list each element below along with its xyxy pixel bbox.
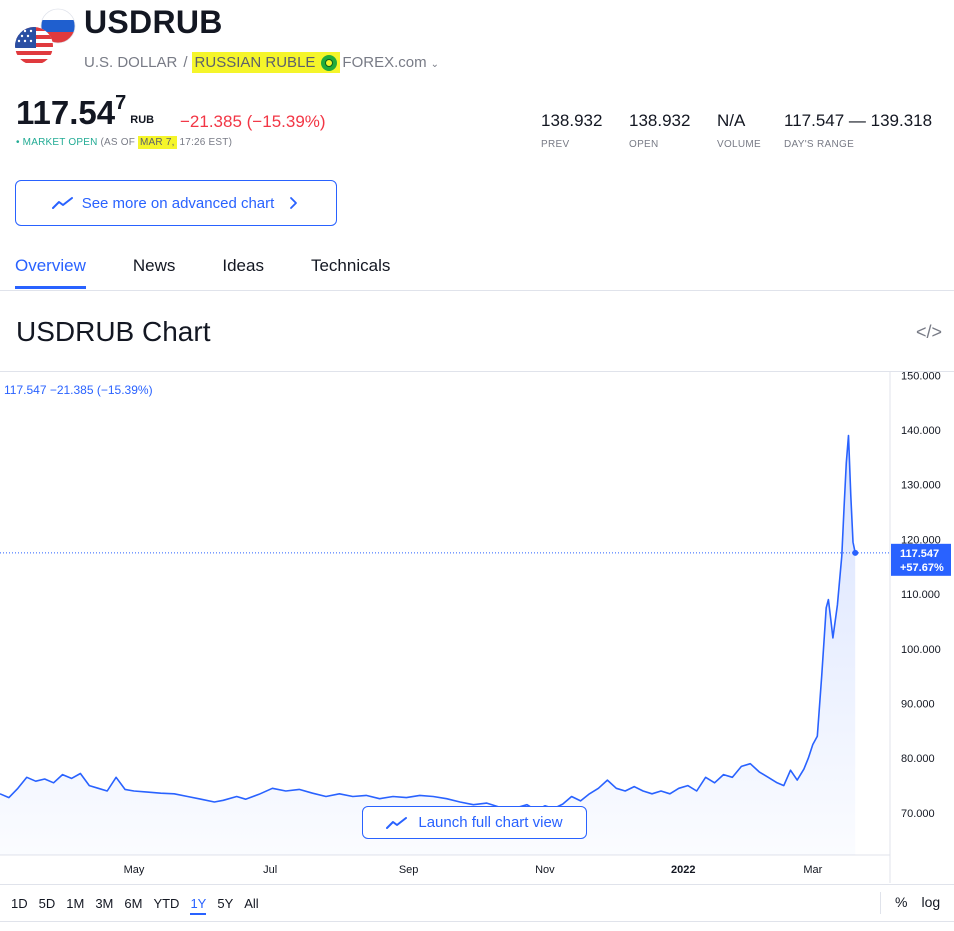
last-price: 117.54 7 RUB — [16, 92, 162, 132]
scale-options-divider — [880, 892, 881, 914]
exchange-selector[interactable]: FOREX.com ⌄ — [342, 54, 439, 71]
percent-scale-toggle[interactable]: % — [895, 894, 907, 914]
tab-news[interactable]: News — [133, 256, 176, 289]
advanced-chart-label[interactable]: See more on advanced chart — [82, 195, 275, 212]
stat-value: 138.932 — [541, 111, 603, 130]
tabs-divider — [0, 290, 954, 291]
scale-options: % log — [880, 892, 954, 914]
y-tick-label: 90.000 — [901, 699, 935, 711]
range-bar-divider — [0, 884, 954, 885]
chart-legend: 117.547 −21.385 (−15.39%) — [4, 383, 153, 397]
range-3m[interactable]: 3M — [95, 894, 113, 915]
y-tick-label: 110.000 — [901, 589, 940, 601]
range-6m[interactable]: 6M — [124, 894, 142, 915]
stat-label: PREV — [541, 139, 570, 150]
market-status: • MARKET OPEN (AS OF MAR 7, 17:26 EST) — [16, 136, 233, 149]
range-selector: 1D 5D 1M 3M 6M YTD 1Y 5Y All — [11, 894, 270, 915]
range-1m[interactable]: 1M — [66, 894, 84, 915]
usd-rub-flags-icon — [15, 8, 76, 65]
x-tick-label: May — [124, 864, 145, 876]
x-tick-label: Mar — [803, 864, 822, 876]
as-of-time: 17:26 EST) — [179, 137, 233, 148]
advanced-chart-button[interactable]: See more on advanced chart — [15, 180, 337, 226]
tab-overview[interactable]: Overview — [15, 256, 86, 289]
stat-label: DAY'S RANGE — [784, 139, 855, 150]
symbol-title: USDRUB — [84, 4, 223, 40]
bottom-divider — [0, 921, 954, 922]
range-1y[interactable]: 1Y — [190, 894, 207, 915]
chart-line-icon — [51, 197, 73, 209]
price-change: −21.385 (−15.39%) — [180, 112, 326, 131]
quote-currency-label: RUSSIAN RUBLE — [194, 54, 316, 71]
chart-title: USDRUB Chart — [16, 316, 211, 347]
base-currency-name: U.S. DOLLAR — [84, 54, 178, 71]
x-tick-label: Nov — [535, 864, 555, 876]
embed-code-icon[interactable]: </> — [916, 322, 942, 343]
y-tick-label: 150.000 — [901, 371, 941, 382]
range-5d[interactable]: 5D — [39, 894, 56, 915]
price-main: 117.54 — [16, 94, 116, 131]
stat-open: 138.932 OPEN — [629, 111, 690, 150]
launch-full-chart-button[interactable]: Launch full chart view — [362, 806, 587, 839]
range-ytd[interactable]: YTD — [153, 894, 179, 915]
tab-ideas[interactable]: Ideas — [222, 256, 264, 289]
stat-days-range: 117.547 — 139.318 DAY'S RANGE — [784, 111, 932, 150]
price-currency: RUB — [130, 114, 155, 126]
chevron-down-icon[interactable]: ⌄ — [431, 59, 439, 70]
x-tick-label: Sep — [399, 864, 419, 876]
market-open-label: • MARKET OPEN — [16, 137, 98, 148]
stat-label: OPEN — [629, 139, 659, 150]
range-1d[interactable]: 1D — [11, 894, 28, 915]
quote-currency-name: RUSSIAN RUBLE — [191, 52, 341, 73]
range-all[interactable]: All — [244, 894, 258, 915]
y-tick-label: 130.000 — [901, 480, 941, 492]
y-tick-label: 80.000 — [901, 753, 935, 765]
y-tick-label: 140.000 — [901, 425, 941, 437]
price-series-line — [0, 434, 856, 811]
price-last-digit: 7 — [115, 92, 127, 114]
stat-prev: 138.932 PREV — [541, 111, 602, 150]
log-scale-toggle[interactable]: log — [921, 894, 940, 914]
symbol-tabs: Overview News Ideas Technicals — [15, 256, 390, 289]
stat-value: N/A — [717, 111, 746, 130]
pair-separator: / — [183, 54, 188, 71]
exchange-name[interactable]: FOREX.com — [342, 54, 426, 71]
range-5y[interactable]: 5Y — [217, 894, 233, 915]
as-of-prefix: (AS OF — [100, 137, 136, 148]
last-price-tag-change: +57.67% — [900, 562, 944, 574]
y-tick-label: 70.000 — [901, 808, 935, 820]
chevron-right-icon — [290, 197, 298, 209]
as-of-date: MAR 7, — [138, 136, 177, 149]
y-tick-label: 100.000 — [901, 644, 941, 656]
exchange-logo-icon — [321, 54, 338, 71]
price-area-fill — [0, 435, 856, 855]
last-price-tag-value: 117.547 — [900, 548, 939, 560]
stat-value: 138.932 — [629, 111, 691, 130]
symbol-description: U.S. DOLLAR / RUSSIAN RUBLE FOREX.com ⌄ — [84, 52, 439, 73]
stat-volume: N/A VOLUME — [717, 111, 761, 150]
last-price-dot — [852, 549, 859, 556]
x-tick-label: Jul — [263, 864, 277, 876]
chart-line-icon — [386, 816, 408, 829]
stat-label: VOLUME — [717, 139, 762, 150]
stat-value: 117.547 — 139.318 — [784, 111, 933, 130]
tab-technicals[interactable]: Technicals — [311, 256, 390, 289]
launch-full-chart-label[interactable]: Launch full chart view — [418, 814, 562, 831]
x-tick-label: 2022 — [671, 864, 695, 876]
